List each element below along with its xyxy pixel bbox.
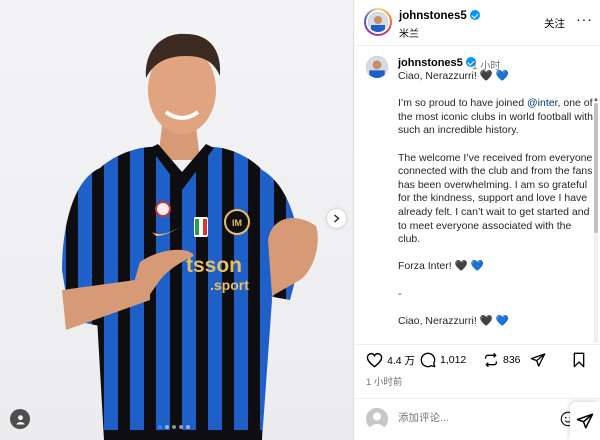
repost-action[interactable]: 836 [483,352,521,368]
tagged-users-button[interactable] [10,409,30,429]
sponsor-logo-bottom: .sport [210,277,249,293]
post-header: johnstones5 米兰 关注 ··· [354,0,600,46]
share-action[interactable] [530,352,546,368]
current-user-avatar [366,408,388,430]
send-icon[interactable] [530,352,546,368]
post-side-panel: johnstones5 米兰 关注 ··· johnstones5 1 小时 C… [353,0,600,440]
caption-scrollbar[interactable] [594,103,598,343]
comment-action[interactable]: 1,012 [420,352,466,368]
caption-username-text[interactable]: johnstones5 [398,57,463,69]
post-timestamp[interactable]: 1 小时前 [366,374,402,388]
person-icon [15,414,25,425]
comment-count[interactable]: 1,012 [440,354,466,366]
next-slide-button[interactable] [327,209,346,228]
caption-paragraph-2: The welcome I’ve received from everyone … [398,151,593,246]
avatar-image [368,12,388,32]
black-heart-icon: 🖤 [479,314,493,327]
post-media[interactable]: IM tsson .sport [0,0,353,440]
mention-link[interactable]: @inter [527,97,558,109]
like-action[interactable]: 4.4 万 [366,352,415,368]
like-count[interactable]: 4.4 万 [387,353,415,368]
blue-heart-icon: 💙 [495,70,509,82]
header-username-text[interactable]: johnstones5 [399,10,467,22]
header-username[interactable]: johnstones5 [399,10,480,22]
header-location[interactable]: 米兰 [399,25,419,40]
comment-bar [354,398,600,440]
default-avatar-icon [366,408,388,430]
carousel-dot [158,425,162,429]
avatar-photo [366,56,388,78]
caption-username[interactable]: johnstones5 [398,57,476,69]
blue-heart-icon: 💙 [495,314,509,327]
blue-heart-icon: 💙 [470,260,484,273]
comment-icon[interactable] [420,352,436,368]
verified-icon [469,10,480,20]
caption-text: Ciao, Nerazzurri! 🖤 💙 I’m so proud to ha… [398,70,594,342]
sponsor-logo-top: tsson [186,254,242,277]
more-options-button[interactable]: ··· [576,12,593,26]
post-actions: 4.4 万 1,012 836 [354,344,600,376]
heart-icon[interactable] [366,352,383,368]
carousel-dot [186,425,190,429]
carousel-dot [179,425,183,429]
caption-repeat-text: Ciao, Nerazzurri! [398,314,480,327]
caption-line-1: Ciao, Nerazzurri! 🖤 💙 [398,70,594,84]
bookmark-icon[interactable] [572,352,586,368]
caption-greeting: Ciao, Nerazzurri! [398,70,480,82]
comment-input[interactable] [398,412,548,424]
scrollbar-thumb[interactable] [594,103,598,233]
caption-repeat-line: Ciao, Nerazzurri! 🖤 💙 [398,315,594,329]
black-heart-icon: 🖤 [479,70,493,82]
caption-avatar[interactable] [366,56,388,78]
floating-share-button[interactable] [570,402,600,440]
repost-icon[interactable] [483,352,499,368]
carousel-dot [165,425,169,429]
chevron-right-icon [334,214,340,223]
caption-area[interactable]: johnstones5 1 小时 Ciao, Nerazzurri! 🖤 💙 I… [354,47,600,343]
caption-forza-text: Forza Inter! [398,260,455,273]
caption-paragraph-1: I’m so proud to have joined @inter, one … [398,97,594,138]
repost-count[interactable]: 836 [503,354,521,366]
header-avatar[interactable] [364,8,392,36]
save-action[interactable] [572,352,586,368]
svg-text:IM: IM [232,218,242,228]
follow-button[interactable]: 关注 [544,16,565,31]
carousel-indicator [158,425,190,429]
black-heart-icon: 🖤 [454,260,468,273]
caption-dash: - [398,287,402,300]
send-icon[interactable] [576,412,594,430]
player-photo: IM tsson .sport [62,33,318,440]
caption-forza: Forza Inter! 🖤 💙 [398,260,594,274]
caption-p1-before: I’m so proud to have joined [398,97,527,110]
carousel-dot [172,425,176,429]
avatar-ring-inner [366,10,390,34]
avatar-photo [368,12,388,32]
